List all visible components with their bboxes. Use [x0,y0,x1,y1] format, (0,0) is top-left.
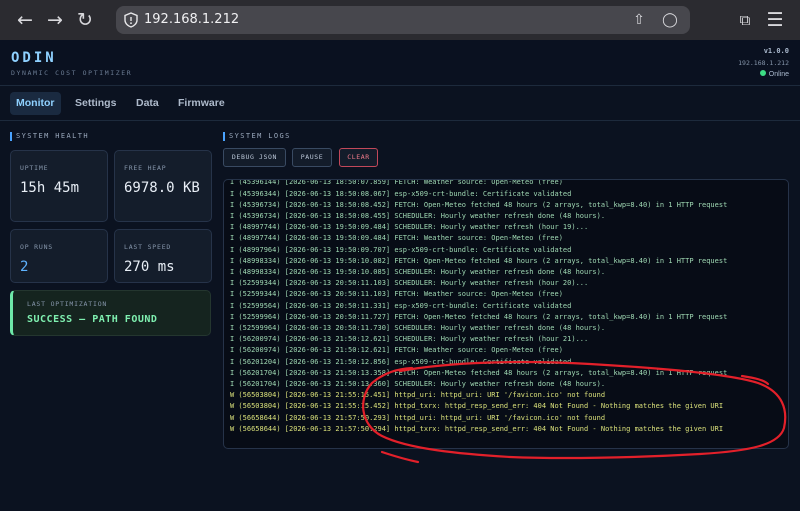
log-line: I (56200974) [2026-06-13 21:50:12.621] S… [230,335,589,344]
reload-icon[interactable]: ↻ [74,9,96,31]
log-line: I (52599344) [2026-06-13 20:50:11.103] S… [230,279,589,288]
tab-monitor[interactable]: Monitor [10,92,61,115]
back-arrow-icon[interactable]: ← [14,9,36,31]
log-console[interactable]: I (45396144) [2026-06-13 18:50:07.859] F… [223,179,789,449]
brand-logo: ODIN [11,50,57,66]
log-line: I (56201204) [2026-06-13 21:50:12.856] e… [230,357,572,366]
log-line: I (52599964) [2026-06-13 20:50:11.730] S… [230,324,606,332]
uptime-card: UPTIME 15h 45m [10,150,108,222]
log-line: I (52599964) [2026-06-13 20:50:11.727] F… [230,312,728,321]
debug-json-button[interactable]: DEBUG JSON [223,148,286,167]
brand-subtitle: DYNAMIC COST OPTIMIZER [11,69,133,77]
log-line: I (52599564) [2026-06-13 20:50:11.331] e… [230,301,572,310]
last-speed-value: 270 ms [124,259,175,275]
last-speed-card: LAST SPEED 270 ms [114,229,212,283]
clear-button[interactable]: CLEAR [339,148,378,167]
log-line: I (48997744) [2026-06-13 19:50:09.484] S… [230,223,589,232]
browser-toolbar: ← → ↻ 192.168.1.212 ⇧ ◯ ⧉ ☰ [0,0,800,40]
log-line: I (56201704) [2026-06-13 21:50:13.358] F… [230,368,728,377]
op-runs-value: 2 [20,259,29,275]
uptime-value: 15h 45m [20,180,80,196]
tabs-icon[interactable]: ⧉ [734,9,756,31]
log-line: I (52599344) [2026-06-13 20:50:11.103] F… [230,290,563,299]
log-line: I (45396734) [2026-06-13 18:50:08.455] S… [230,212,606,220]
log-line: I (48997964) [2026-06-13 19:50:09.707] e… [230,245,572,254]
free-heap-card: FREE HEAP 6978.0 KB [114,150,212,222]
status-indicator: Online [759,70,789,78]
uptime-label: UPTIME [20,164,49,172]
address-bar[interactable]: 192.168.1.212 ⇧ ◯ [116,6,690,34]
menu-icon[interactable]: ☰ [764,9,786,31]
log-line: W (56503804) [2026-06-13 21:55:15.451] h… [230,391,606,400]
url-text[interactable]: 192.168.1.212 [144,12,239,27]
system-logs-title: SYSTEM LOGS [223,132,291,141]
share-icon[interactable]: ⇧ [630,11,648,29]
system-health-title: SYSTEM HEALTH [10,132,89,141]
shield-icon[interactable] [124,12,138,28]
free-heap-label: FREE HEAP [124,164,167,172]
log-line: I (48998334) [2026-06-13 19:50:10.085] S… [230,268,606,276]
log-line: I (48998334) [2026-06-13 19:50:10.082] F… [230,256,728,265]
tab-data[interactable]: Data [130,92,165,115]
log-line: W (56658644) [2026-06-13 21:57:50.293] h… [230,413,606,422]
log-line: W (56658644) [2026-06-13 21:57:50.294] h… [230,424,724,433]
last-optimization-card: LAST OPTIMIZATION SUCCESS — PATH FOUND [10,290,211,336]
status-text: Online [768,71,789,78]
log-line: I (56200974) [2026-06-13 21:50:12.621] F… [230,346,563,355]
device-ip: 192.168.1.212 [738,59,789,67]
log-line: I (56201704) [2026-06-13 21:50:13.360] S… [230,380,606,388]
pause-button[interactable]: PAUSE [292,148,332,167]
log-line: W (56503804) [2026-06-13 21:55:15.452] h… [230,402,724,411]
forward-arrow-icon[interactable]: → [44,9,66,31]
status-dot-icon [759,70,766,76]
version-label: v1.0.0 [763,47,789,55]
op-runs-card: OP RUNS 2 [10,229,108,283]
op-runs-label: OP RUNS [20,243,53,251]
log-line: I (45396734) [2026-06-13 18:50:08.452] F… [230,200,728,209]
last-speed-label: LAST SPEED [124,243,172,251]
log-line: I (45396144) [2026-06-13 18:50:07.859] F… [230,179,563,187]
last-optimization-status: SUCCESS — PATH FOUND [27,314,158,325]
add-note-icon[interactable]: ◯ [661,11,679,29]
last-optimization-label: LAST OPTIMIZATION [27,300,108,308]
app-header: ODIN DYNAMIC COST OPTIMIZER v1.0.0 192.1… [0,40,800,86]
free-heap-value: 6978.0 KB [124,180,200,196]
tabs-divider [0,120,800,121]
log-line: I (48997744) [2026-06-13 19:50:09.484] F… [230,234,563,243]
tab-firmware[interactable]: Firmware [172,92,231,115]
log-line: I (45396344) [2026-06-13 18:50:08.067] e… [230,189,572,198]
tab-settings[interactable]: Settings [69,92,122,115]
